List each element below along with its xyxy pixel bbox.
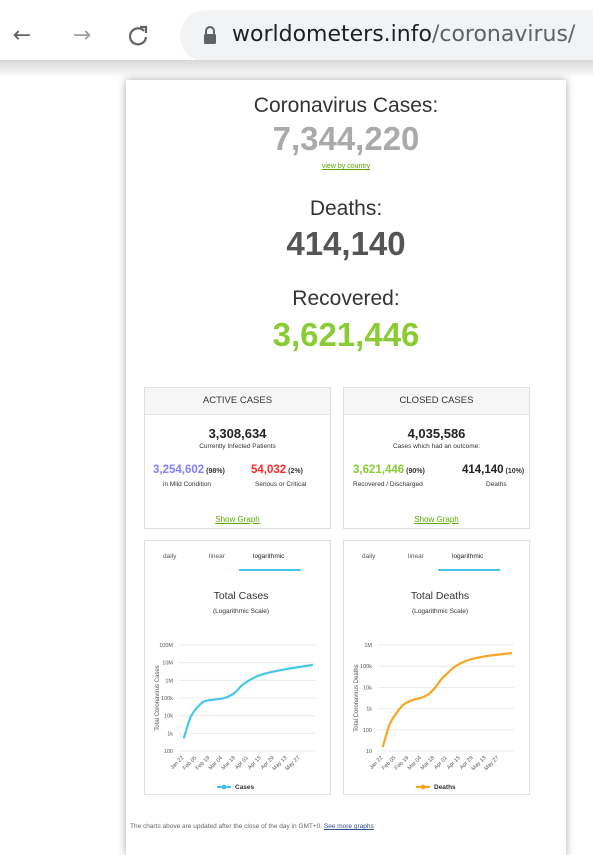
page-content: Coronavirus Cases: 7,344,220 view by cou… <box>126 80 566 855</box>
closed-recovered-number: 3,621,446 <box>353 464 405 476</box>
cases-label: Coronavirus Cases: <box>253 94 439 117</box>
y-tick-label: 1k <box>167 731 173 737</box>
reload-icon[interactable] <box>126 24 150 48</box>
url-text[interactable]: worldometers.info/coronavirus/ <box>232 20 575 50</box>
active-tab-indicator <box>438 569 500 571</box>
footer-note: The charts above are updated after the c… <box>130 823 374 830</box>
series-line <box>182 663 314 739</box>
y-tick-label: 10k <box>164 714 173 720</box>
closed-deaths-number: 414,140 <box>462 464 504 476</box>
closed-deaths-pct: (10%) <box>505 468 525 475</box>
serious-critical-label: Serious or Critical <box>255 481 307 488</box>
total-deaths-graph-box: daily linear logarithmic Total Deaths (Lo… <box>343 540 530 795</box>
y-tick-label: 1M <box>165 678 173 684</box>
url-domain: worldometers.info <box>232 22 432 47</box>
closed-recovered-pct: (90%) <box>406 468 425 475</box>
tab-linear[interactable]: linear <box>408 553 424 560</box>
legend-label: Deaths <box>434 784 456 791</box>
closed-cases-total-label: Cases which had an outcome: <box>392 443 481 450</box>
deaths-value: 414,140 <box>286 225 406 262</box>
active-cases-total-label: Currently Infected Patients <box>199 443 276 450</box>
active-cases-box: ACTIVE CASES 3,308,634 Currently Infecte… <box>144 387 331 529</box>
closed-cases-title: CLOSED CASES <box>344 388 529 415</box>
x-tick-label: Apr 01 <box>433 755 449 771</box>
reload-icon-glyph <box>128 25 148 46</box>
cases-value: 7,344,220 <box>272 120 420 157</box>
y-tick-label: 100 <box>164 749 173 755</box>
closed-recovered-value: 3,621,446 (90%) <box>353 464 425 476</box>
x-tick-label: Apr 15 <box>247 755 263 771</box>
legend-label: Cases <box>235 784 255 791</box>
mild-condition-value: 3,254,602 (98%) <box>153 464 225 476</box>
tab-daily[interactable]: daily <box>362 553 375 560</box>
y-tick-label: 10 <box>366 749 372 755</box>
closed-deaths-label: Deaths <box>486 481 507 488</box>
series-line <box>381 652 513 748</box>
tab-logarithmic[interactable]: logarithmic <box>253 553 284 560</box>
mild-pct: (98%) <box>206 468 225 475</box>
legend-marker <box>420 784 426 790</box>
y-tick-label: 10M <box>162 661 173 667</box>
closed-deaths-value: 414,140 (10%) <box>462 464 524 476</box>
back-arrow-icon[interactable]: ← <box>10 24 34 48</box>
serious-pct: (2%) <box>288 468 303 475</box>
closed-recovered-label: Recovered / Discharged <box>353 481 423 488</box>
x-tick-label: May 27 <box>284 755 301 772</box>
x-tick-label: Apr 15 <box>446 755 462 771</box>
chart-subtitle: (Logarithmic Scale) <box>213 608 269 615</box>
active-cases-title: ACTIVE CASES <box>145 388 330 415</box>
y-tick-label: 1k <box>366 707 372 713</box>
tab-linear[interactable]: linear <box>209 553 225 560</box>
x-tick-label: Apr 01 <box>234 755 250 771</box>
y-tick-label: 100 <box>363 728 372 734</box>
see-more-graphs-link[interactable]: See more graphs <box>324 823 374 830</box>
serious-critical-value: 54,032 (2%) <box>251 464 303 476</box>
x-tick-label: Mar 18 <box>420 755 436 771</box>
active-show-graph-link[interactable]: Show Graph <box>145 515 330 524</box>
total-cases-graph-box: daily linear logarithmic Total Cases (Log… <box>144 540 331 795</box>
active-tab-indicator <box>239 569 301 571</box>
total-cases-chart: Total Cases(Logarithmic Scale)Total Coro… <box>155 590 315 791</box>
y-tick-label: 10k <box>363 685 372 691</box>
y-tick-label: 1M <box>364 643 372 649</box>
y-tick-label: 100k <box>360 664 372 670</box>
closed-show-graph-link[interactable]: Show Graph <box>344 515 529 524</box>
chart-title: Total Deaths <box>411 590 469 602</box>
recovered-value: 3,621,446 <box>272 316 420 353</box>
forward-arrow-icon[interactable]: → <box>70 24 94 48</box>
mild-condition-label: in Mild Condition <box>163 481 212 488</box>
tab-daily[interactable]: daily <box>163 553 176 560</box>
total-deaths-chart: Total Deaths (Logarithmic Scale) Total Cor… <box>354 590 514 791</box>
tab-logarithmic[interactable]: logarithmic <box>452 553 483 560</box>
chart-title: Total Cases <box>214 590 269 602</box>
closed-cases-box: CLOSED CASES 4,035,586 Cases which had a… <box>343 387 530 529</box>
chart-subtitle: (Logarithmic Scale) <box>412 608 468 615</box>
y-axis-label: Total Coronavirus Deaths <box>354 664 360 731</box>
view-by-country-link[interactable]: view by country <box>126 163 566 170</box>
y-tick-label: 100M <box>159 643 173 649</box>
x-tick-label: May 27 <box>483 755 500 772</box>
url-path: /coronavirus/ <box>431 22 576 47</box>
closed-cases-total: 4,035,586 <box>407 426 466 441</box>
recovered-label: Recovered: <box>292 287 400 310</box>
footer-text: The charts above are updated after the c… <box>130 823 323 830</box>
active-cases-total: 3,308,634 <box>208 426 267 441</box>
x-tick-label: Mar 18 <box>221 755 237 771</box>
y-tick-label: 100k <box>161 696 173 702</box>
mild-value: 3,254,602 <box>153 464 205 476</box>
deaths-label: Deaths: <box>309 197 383 220</box>
lock-icon <box>204 26 216 44</box>
serious-value: 54,032 <box>251 464 287 476</box>
legend-marker <box>221 784 227 790</box>
toolbar-shadow <box>0 60 593 78</box>
